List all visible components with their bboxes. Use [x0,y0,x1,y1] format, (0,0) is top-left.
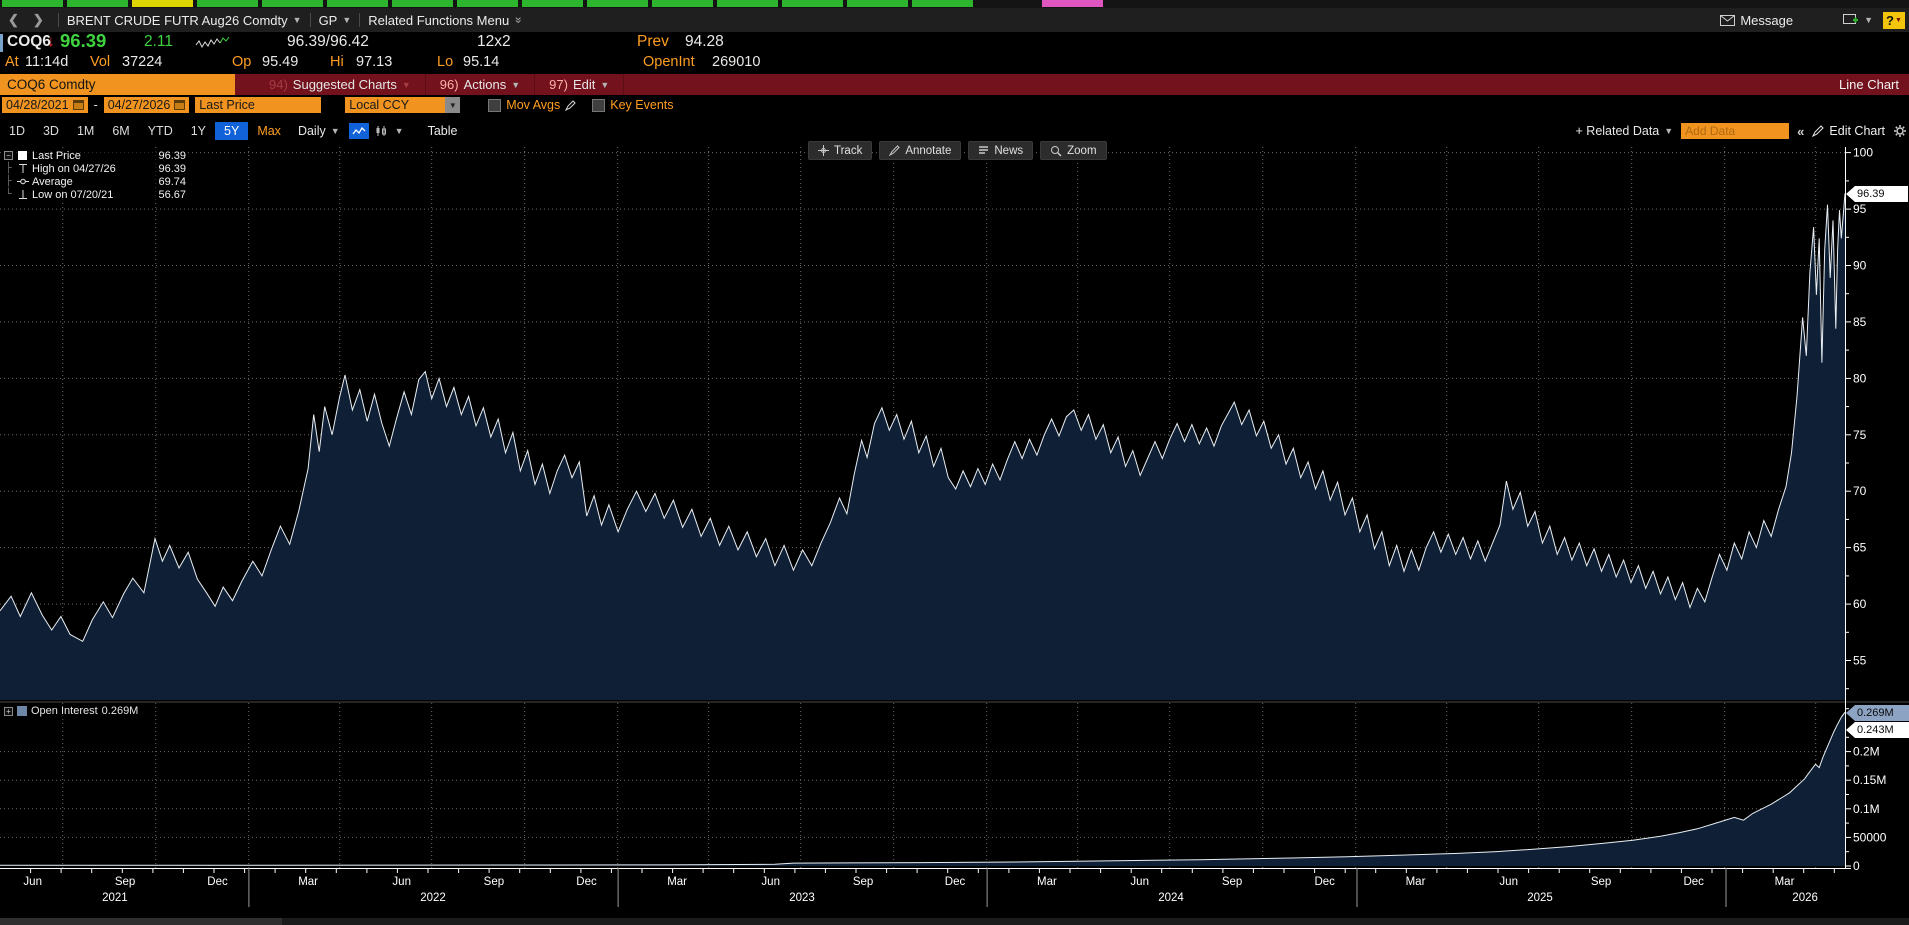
svg-text:0.1M: 0.1M [1853,802,1880,816]
svg-text:Dec: Dec [945,876,966,888]
legend-row-high[interactable]: ├ High on 04/27/2696.39 [4,162,186,175]
legend-label: Average [32,176,147,188]
svg-text:65: 65 [1853,541,1867,555]
svg-text:Mar: Mar [1775,876,1795,888]
legend-label: Last Price [32,150,147,162]
svg-text:Dec: Dec [1683,876,1704,888]
bloomberg-terminal-window: ❮ ❯ BRENT CRUDE FUTR Aug26 Comdty ▼ GP ▼… [0,0,1909,925]
tree-connector: ├ [4,163,13,174]
legend-value: 96.39 [150,163,186,175]
svg-text:2024: 2024 [1158,892,1184,904]
svg-text:Jun: Jun [392,876,411,888]
svg-text:Dec: Dec [207,876,228,888]
svg-text:Mar: Mar [1406,876,1426,888]
pencil-icon [889,145,900,156]
high-icon [16,163,29,174]
legend-row-low[interactable]: └ Low on 07/20/2156.67 [4,188,186,201]
svg-text:Dec: Dec [576,876,597,888]
svg-text:0.2M: 0.2M [1853,745,1880,759]
open-interest-swatch [17,706,27,716]
collapse-icon[interactable]: − [4,151,13,160]
news-button[interactable]: News [968,141,1033,160]
zoom-button[interactable]: Zoom [1040,141,1106,160]
chart-canvas[interactable]: 55 60 65 70 75 80 85 90 95 100 0 50000 0.1M 0.15M 0.2M… [0,0,1909,925]
svg-text:2026: 2026 [1792,892,1818,904]
bottom-edge [0,918,1909,925]
track-button[interactable]: Track [808,141,872,160]
svg-text:Sep: Sep [853,876,873,888]
last-price-axis-badge: 96.39 [1846,186,1908,202]
legend-value: 56.67 [150,189,186,201]
svg-text:2021: 2021 [102,892,128,904]
svg-text:2022: 2022 [420,892,446,904]
svg-text:Jun: Jun [1130,876,1149,888]
legend-row-swatch[interactable]: − Last Price96.39 [4,149,186,162]
chart-tools: Track Annotate News Zoom [808,141,1107,160]
open-interest-line-badge: 0.243M [1846,722,1909,738]
expand-icon[interactable]: + [4,707,13,716]
svg-text:Sep: Sep [1591,876,1611,888]
svg-text:85: 85 [1853,315,1867,329]
chart-region: 55 60 65 70 75 80 85 90 95 100 0 50000 0.1M 0.15M 0.2M… [0,0,1909,925]
svg-text:0: 0 [1853,859,1860,873]
annotate-button[interactable]: Annotate [879,141,961,160]
svg-text:95: 95 [1853,202,1867,216]
svg-text:Sep: Sep [1222,876,1242,888]
tree-connector: ├ [4,176,13,187]
low-icon [16,189,29,200]
legend-value: 96.39 [150,150,186,162]
tree-connector: └ [4,189,13,200]
magnifier-icon [1050,145,1062,157]
svg-text:0.15M: 0.15M [1853,773,1886,787]
svg-text:Mar: Mar [298,876,318,888]
svg-text:Sep: Sep [115,876,135,888]
svg-text:Mar: Mar [1037,876,1057,888]
crosshair-icon [818,145,829,156]
open-interest-label: Open Interest [31,705,98,717]
legend-label: Low on 07/20/21 [32,189,147,201]
average-icon [16,176,29,187]
svg-text:Sep: Sep [484,876,504,888]
legend-row-average[interactable]: ├ Average69.74 [4,175,186,188]
svg-text:50000: 50000 [1853,830,1887,844]
legend-label: High on 04/27/26 [32,163,147,175]
svg-text:70: 70 [1853,484,1867,498]
svg-text:100: 100 [1853,146,1873,160]
svg-text:Jun: Jun [1499,876,1518,888]
svg-text:90: 90 [1853,259,1867,273]
svg-text:Jun: Jun [761,876,780,888]
swatch-icon [16,150,29,161]
svg-text:2023: 2023 [789,892,815,904]
svg-text:2025: 2025 [1527,892,1553,904]
svg-text:60: 60 [1853,597,1867,611]
svg-text:80: 80 [1853,371,1867,385]
svg-text:55: 55 [1853,654,1867,668]
svg-text:Jun: Jun [23,876,42,888]
svg-text:75: 75 [1853,428,1867,442]
open-interest-axis-badge: 0.269M [1846,705,1909,721]
price-legend: − Last Price96.39 ├ High on 04/27/2696.39 ├ A… [4,149,186,201]
legend-value: 69.74 [150,176,186,188]
svg-text:Mar: Mar [667,876,687,888]
open-interest-legend[interactable]: + Open Interest 0.269M [4,705,138,717]
news-lines-icon [978,145,989,156]
open-interest-last: 0.269M [102,705,139,717]
svg-text:Dec: Dec [1314,876,1335,888]
